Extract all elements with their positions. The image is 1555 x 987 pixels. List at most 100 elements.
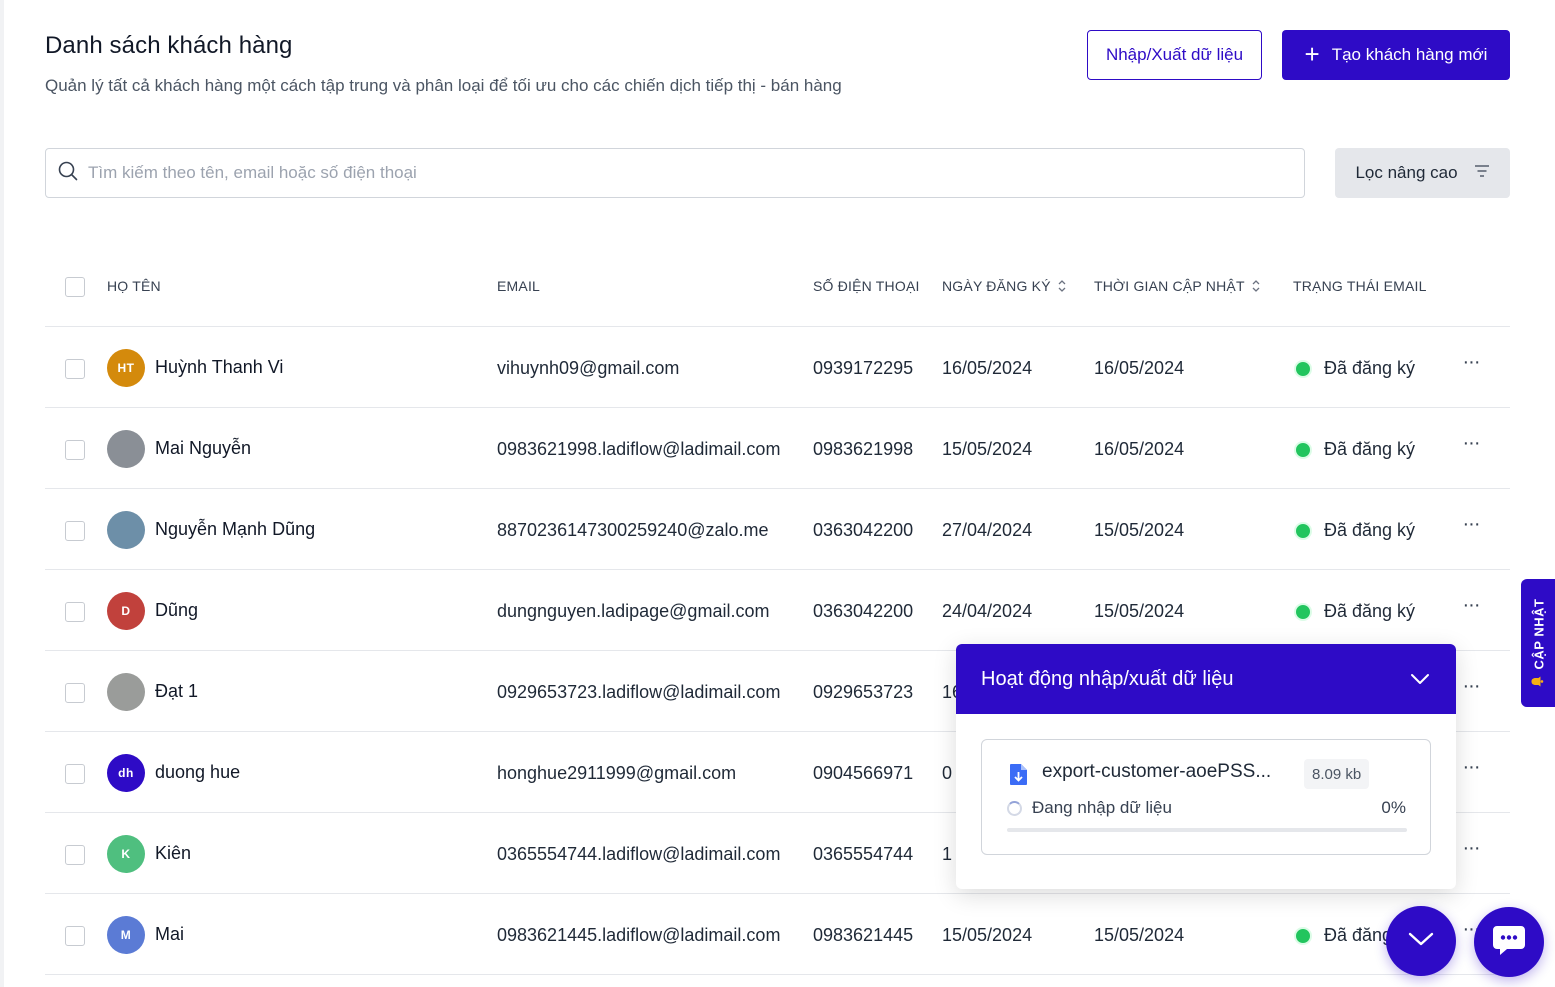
search-box[interactable] [45,148,1305,198]
customer-email: 0365554744.ladiflow@ladimail.com [497,844,781,864]
avatar: M [107,916,145,954]
filter-icon [1474,163,1490,183]
customer-name[interactable]: Huỳnh Thanh Vi [155,357,283,378]
more-actions-icon[interactable]: ··· [1461,675,1481,705]
customer-email: 0929653723.ladiflow@ladimail.com [497,682,781,702]
chevron-down-icon[interactable] [1410,668,1430,691]
customer-updated-date: 16/05/2024 [1094,358,1185,378]
column-updated-label: THỜI GIAN CẬP NHẬT [1094,278,1245,294]
file-progress-card: export-customer-aoePSS... 8.09 kb Đang n… [981,739,1431,855]
status-dot-icon [1294,440,1312,459]
loading-spinner-icon [1007,801,1022,816]
advanced-filter-button[interactable]: Lọc nâng cao [1335,148,1510,198]
row-checkbox[interactable] [65,926,85,946]
page-title: Danh sách khách hàng [45,32,293,59]
column-phone: SỐ ĐIỆN THOẠI [813,278,920,294]
avatar: D [107,592,145,630]
table-row[interactable]: HT Huỳnh Thanh Vi vihuynh09@gmail.com 09391… [45,327,1510,408]
file-status-text: Đang nhập dữ liệu [1032,798,1172,817]
more-actions-icon[interactable]: ··· [1461,432,1481,462]
avatar-initials: K [121,847,131,861]
customer-registered-date: 15/05/2024 [942,439,1033,459]
customer-email: honghue2911999@gmail.com [497,763,737,783]
customer-name[interactable]: Mai [155,924,184,945]
activity-panel-header[interactable]: Hoạt động nhập/xuất dữ liệu [956,644,1456,714]
import-export-activity-panel: Hoạt động nhập/xuất dữ liệu export-custo… [956,644,1456,889]
avatar-initials: dh [118,766,134,780]
plus-icon: + [1304,38,1320,69]
more-actions-icon[interactable]: ··· [1461,594,1481,624]
table-row[interactable]: M Mai 0983621445.ladiflow@ladimail.com 0983… [45,894,1510,975]
create-customer-button[interactable]: + Tạo khách hàng mới [1282,30,1510,80]
email-status-label: Đã đăng ký [1324,358,1416,378]
customer-email: 0983621998.ladiflow@ladimail.com [497,439,781,459]
column-registered-label: NGÀY ĐĂNG KÝ [942,278,1051,294]
customer-name[interactable]: duong hue [155,762,240,783]
bell-icon [1530,675,1546,687]
row-checkbox[interactable] [65,764,85,784]
file-progress-percent: 0% [1381,798,1406,817]
customer-registered-date: 16/05/2024 [942,358,1033,378]
updates-side-tab[interactable]: CẬP NHẬT [1521,579,1555,707]
email-status-label: Đã đăng ký [1324,601,1416,621]
customer-phone: 0939172295 [813,358,914,378]
file-download-icon [1008,762,1030,791]
more-actions-icon[interactable]: ··· [1461,513,1481,543]
more-actions-icon[interactable]: ··· [1461,756,1481,786]
customer-registered-date: 24/04/2024 [942,601,1033,621]
table-row[interactable]: Mai Nguyễn 0983621998.ladiflow@ladimail.c… [45,408,1510,489]
row-checkbox[interactable] [65,359,85,379]
avatar-initials: HT [117,361,135,375]
customer-phone: 0983621998 [813,439,914,459]
customer-name[interactable]: Nguyễn Mạnh Dũng [155,519,315,540]
customer-registered-date: 27/04/2024 [942,520,1033,540]
updates-label: CẬP NHẬT [1530,598,1546,670]
table-row[interactable]: Nguyễn Mạnh Dũng 8870236147300259240@zalo… [45,489,1510,570]
chat-button[interactable] [1474,907,1544,977]
row-checkbox[interactable] [65,683,85,703]
chat-icon [1492,924,1526,961]
collapse-button[interactable] [1386,906,1456,976]
search-icon [58,161,78,186]
row-checkbox[interactable] [65,602,85,622]
customer-name[interactable]: Kiên [155,843,191,864]
avatar [107,511,145,549]
customer-email: 8870236147300259240@zalo.me [497,520,769,540]
customer-phone: 0363042200 [813,601,914,621]
customer-email: 0983621445.ladiflow@ladimail.com [497,925,781,945]
search-input[interactable] [88,163,1268,183]
column-registered[interactable]: NGÀY ĐĂNG KÝ [942,278,1067,294]
select-all-checkbox[interactable] [65,277,85,297]
create-customer-label: Tạo khách hàng mới [1331,45,1488,64]
customer-name[interactable]: Mai Nguyễn [155,438,251,459]
row-checkbox[interactable] [65,845,85,865]
customer-updated-date: 15/05/2024 [1094,925,1185,945]
column-updated[interactable]: THỜI GIAN CẬP NHẬT [1094,278,1261,294]
customer-name[interactable]: Đạt 1 [155,681,198,702]
column-email-status: TRẠNG THÁI EMAIL [1293,278,1427,294]
email-status: Đã đăng ký [1293,358,1415,379]
avatar-initials: M [120,928,132,942]
email-status: Đã đăng [1293,925,1392,946]
row-checkbox[interactable] [65,440,85,460]
email-status: Đã đăng ký [1293,439,1415,460]
progress-bar [1007,828,1407,832]
table-row[interactable]: D Dũng dungnguyen.ladipage@gmail.com 036304… [45,570,1510,651]
file-name: export-customer-aoePSS... [1042,761,1272,782]
more-actions-icon[interactable]: ··· [1461,837,1481,867]
row-checkbox[interactable] [65,521,85,541]
sort-icon [1252,280,1260,292]
more-actions-icon[interactable]: ··· [1461,351,1481,381]
file-size-badge: 8.09 kb [1304,759,1370,789]
customer-updated-date: 16/05/2024 [1094,439,1185,459]
status-dot-icon [1294,359,1312,378]
customer-email: dungnguyen.ladipage@gmail.com [497,601,770,621]
import-export-label: Nhập/Xuất dữ liệu [1105,45,1244,64]
avatar [107,430,145,468]
customer-updated-date: 15/05/2024 [1094,520,1185,540]
customer-name[interactable]: Dũng [155,600,198,621]
customer-phone: 0363042200 [813,520,914,540]
customer-registered-date: 0 [942,763,953,783]
email-status-label: Đã đăng ký [1324,439,1416,459]
import-export-button[interactable]: Nhập/Xuất dữ liệu [1087,30,1262,80]
